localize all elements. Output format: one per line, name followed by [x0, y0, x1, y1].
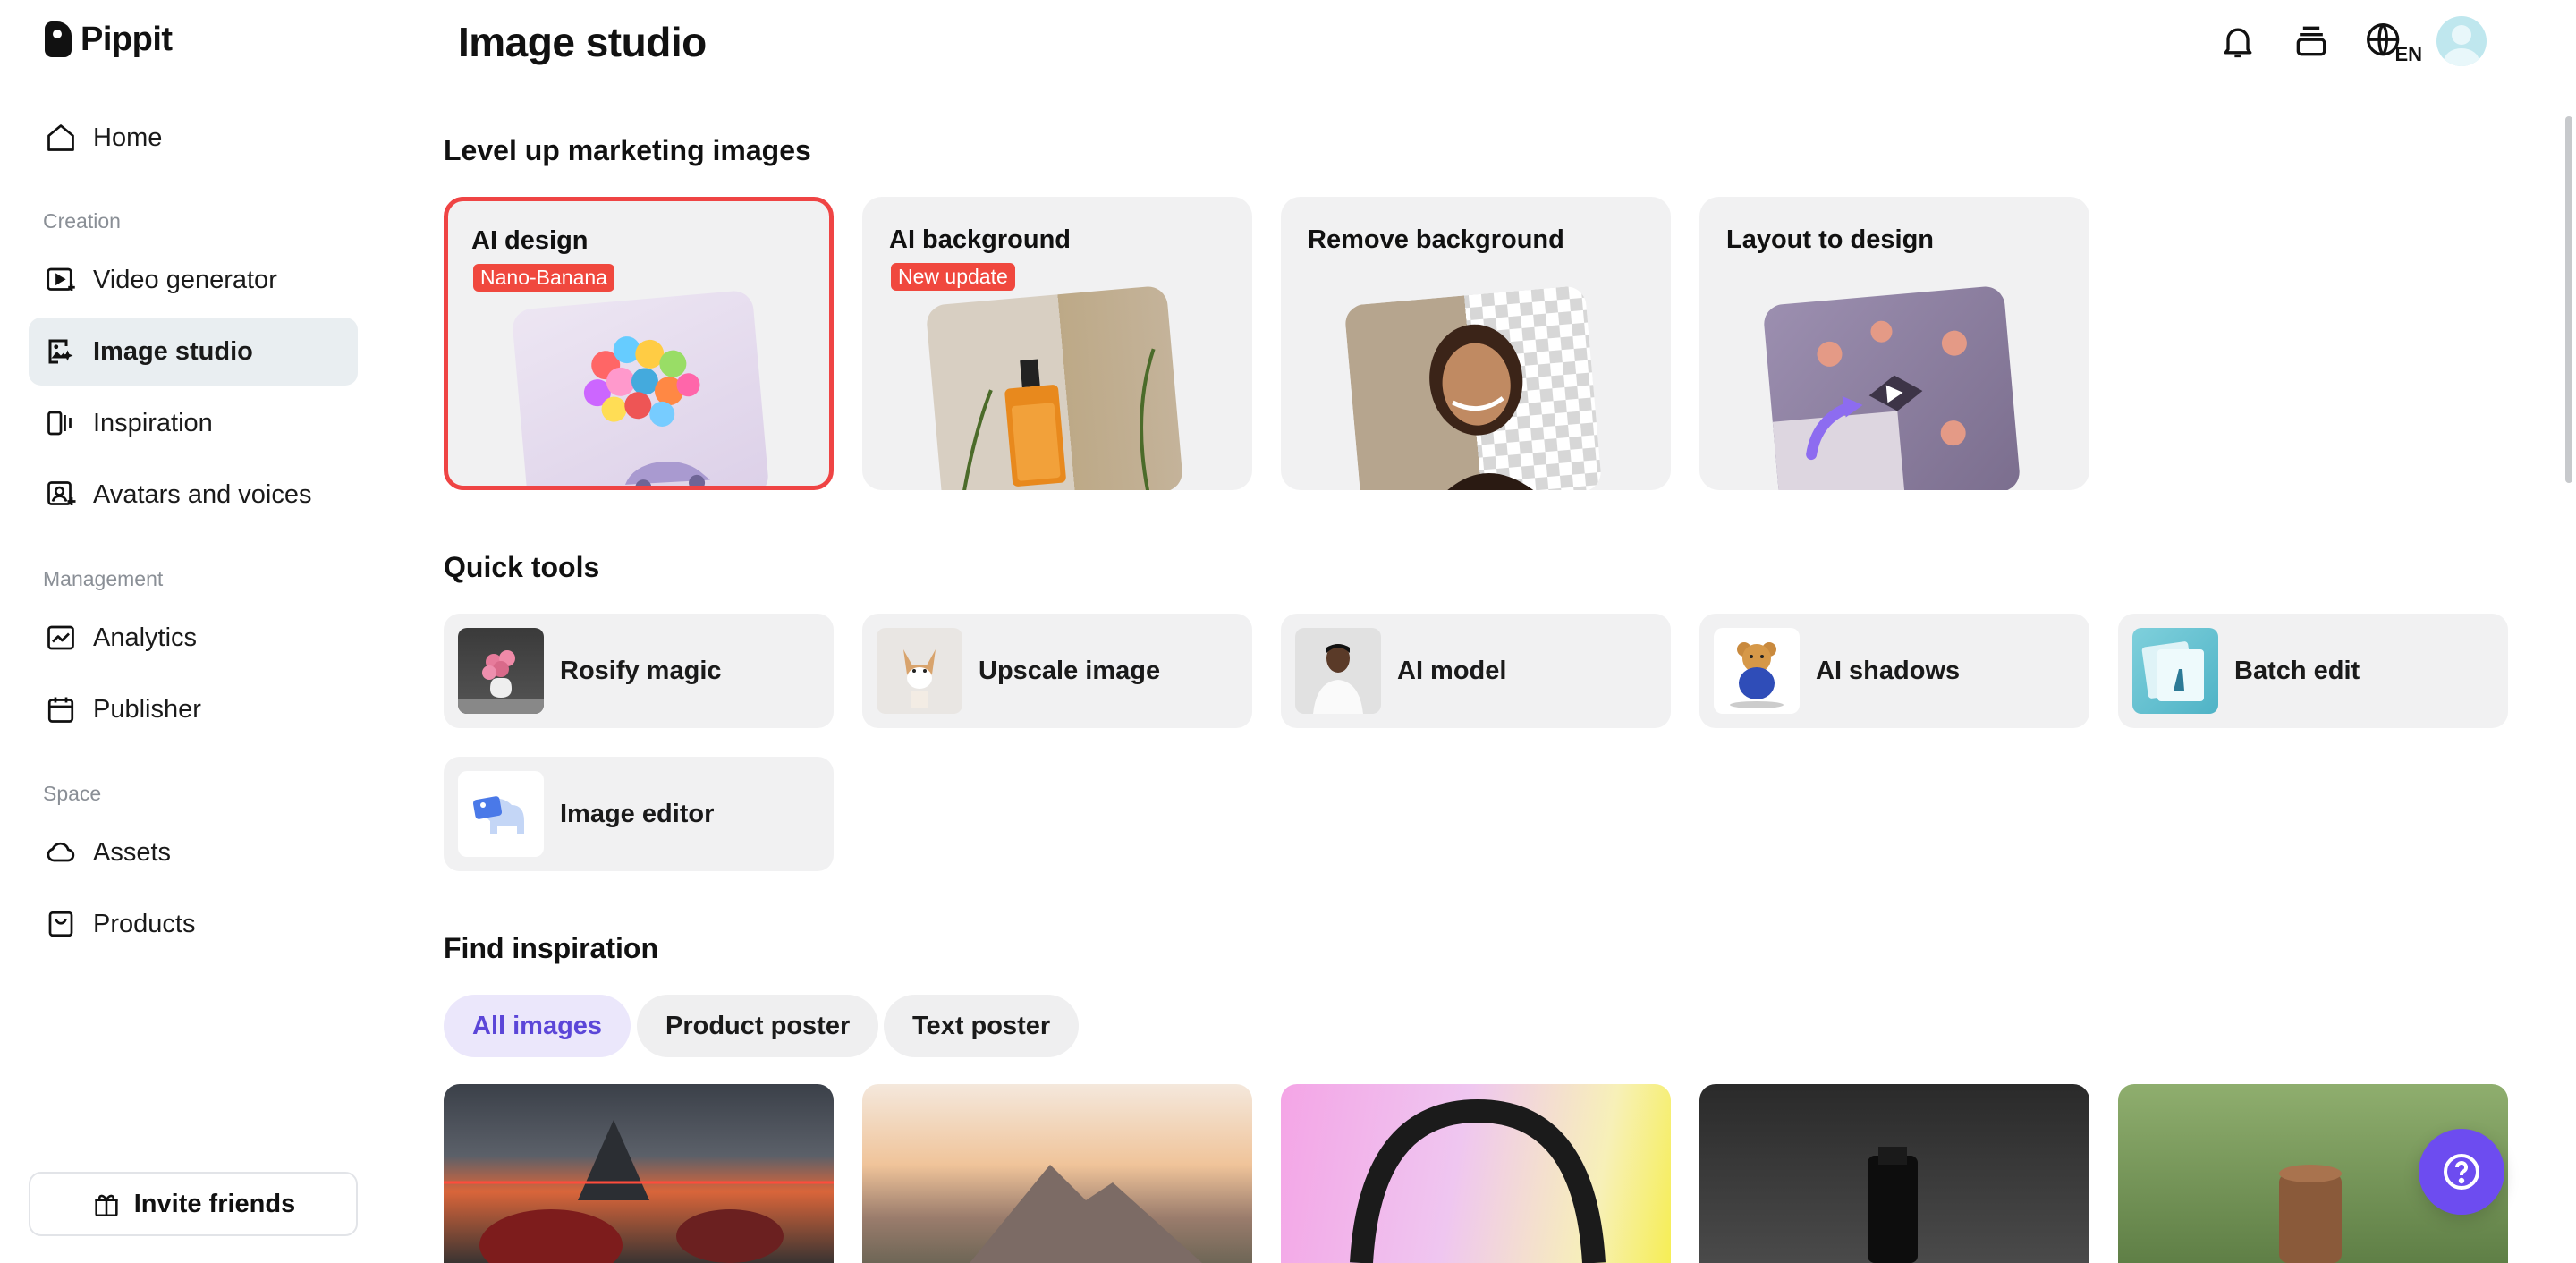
video-generator-icon [47, 267, 75, 291]
sidebar-item-label: Home [93, 123, 163, 152]
inspiration-image[interactable] [862, 1084, 1252, 1263]
upscale-image-tool[interactable]: Upscale image [862, 614, 1252, 728]
sidebar-item-label: Inspiration [93, 408, 213, 437]
card-title: Remove background [1308, 225, 1564, 254]
layout-thumbnail [1762, 284, 2021, 490]
card-title: AI background [889, 225, 1072, 254]
inspiration-section-title: Find inspiration [444, 932, 658, 964]
rosify-thumbnail [458, 628, 544, 714]
sidebar-item-label: Analytics [93, 623, 198, 652]
remove-background-card[interactable]: Remove background [1281, 197, 1671, 490]
sidebar-item-label: Image studio [93, 336, 253, 366]
tool-label: AI shadows [1816, 656, 1961, 685]
sidebar-item-label: Assets [93, 837, 172, 867]
sidebar-item-label: Avatars and voices [93, 479, 312, 509]
page-title: Image studio [458, 19, 707, 65]
sidebar-item-analytics[interactable]: Analytics [29, 604, 358, 672]
image-studio-icon [48, 339, 73, 364]
image-editor-thumbnail [458, 771, 544, 857]
bag-icon [48, 911, 73, 937]
scrollbar[interactable] [2565, 116, 2572, 483]
ai-model-tool[interactable]: AI model [1281, 614, 1671, 728]
calendar-icon [47, 697, 74, 723]
dog-thumbnail [877, 628, 962, 714]
subscription-button[interactable] [2290, 20, 2333, 63]
filter-all-images[interactable]: All images [444, 995, 631, 1057]
language-button[interactable]: EN [2363, 20, 2422, 65]
invite-friends-label: Invite friends [133, 1189, 296, 1218]
language-code: EN [2394, 43, 2422, 65]
balloon-car-thumbnail [511, 289, 770, 486]
quick-tools-title: Quick tools [444, 551, 600, 583]
sidebar-item-image-studio[interactable]: Image studio [29, 318, 358, 386]
inspiration-icon [47, 411, 72, 436]
header-actions: EN [2216, 16, 2487, 66]
avatar-icon [47, 481, 76, 505]
sidebar-item-home[interactable]: Home [29, 104, 358, 172]
notifications-button[interactable] [2216, 20, 2259, 63]
home-icon [47, 124, 74, 151]
card-badge: New update [891, 263, 1015, 291]
analytics-icon [47, 625, 74, 650]
sidebar-item-label: Publisher [93, 694, 201, 724]
perfume-thumbnail [925, 284, 1184, 490]
inspiration-image[interactable] [444, 1084, 834, 1263]
sidebar-item-assets[interactable]: Assets [29, 818, 358, 886]
inspiration-image[interactable] [1699, 1084, 2089, 1263]
portrait-thumbnail [1343, 284, 1603, 490]
question-icon [2444, 1154, 2479, 1190]
sidebar-item-label: Products [93, 909, 196, 938]
batch-edit-thumbnail [2132, 628, 2218, 714]
teddy-bear-thumbnail [1714, 628, 1800, 714]
sidebar-item-publisher[interactable]: Publisher [29, 675, 358, 743]
stack-icon [2296, 26, 2326, 56]
tool-label: Batch edit [2234, 656, 2360, 685]
card-title: AI design [471, 226, 589, 255]
help-button[interactable] [2419, 1129, 2504, 1215]
tool-label: Upscale image [979, 656, 1161, 685]
ai-background-card[interactable]: AI background New update [862, 197, 1252, 490]
image-editor-tool[interactable]: Image editor [444, 757, 834, 871]
model-thumbnail [1295, 628, 1381, 714]
pippit-logo-icon [45, 21, 72, 57]
tool-label: AI model [1397, 656, 1507, 685]
marketing-section-title: Level up marketing images [444, 134, 811, 166]
invite-friends-button[interactable]: Invite friends [29, 1172, 358, 1236]
sidebar-item-label: Video generator [93, 265, 277, 294]
gift-icon [95, 1194, 118, 1217]
app-logo[interactable]: Pippit [45, 18, 173, 61]
app-name: Pippit [80, 20, 173, 58]
card-title: Layout to design [1726, 225, 1934, 254]
bell-icon [2224, 28, 2252, 58]
sidebar-item-inspiration[interactable]: Inspiration [29, 389, 358, 457]
layout-to-design-card[interactable]: Layout to design [1699, 197, 2089, 490]
rosify-magic-tool[interactable]: Rosify magic [444, 614, 834, 728]
card-badge: Nano-Banana [473, 264, 614, 292]
batch-edit-tool[interactable]: Batch edit [2118, 614, 2508, 728]
sidebar-item-avatars-and-voices[interactable]: Avatars and voices [29, 461, 358, 529]
ai-shadows-tool[interactable]: AI shadows [1699, 614, 2089, 728]
sidebar-item-products[interactable]: Products [29, 890, 358, 958]
sidebar-item-video-generator[interactable]: Video generator [29, 246, 358, 314]
inspiration-image[interactable] [1281, 1084, 1671, 1263]
section-label-management: Management [43, 567, 164, 590]
user-avatar[interactable] [2436, 16, 2487, 66]
cloud-icon [47, 842, 75, 862]
filter-product-poster[interactable]: Product poster [637, 995, 879, 1057]
section-label-space: Space [43, 782, 102, 805]
tool-label: Image editor [560, 799, 715, 828]
sidebar: Pippit Home Creation Video generator Ima… [0, 0, 385, 1252]
section-label-creation: Creation [43, 209, 121, 233]
filter-text-poster[interactable]: Text poster [884, 995, 1080, 1057]
ai-design-card[interactable]: AI design Nano-Banana [444, 197, 834, 490]
tool-label: Rosify magic [560, 656, 722, 685]
